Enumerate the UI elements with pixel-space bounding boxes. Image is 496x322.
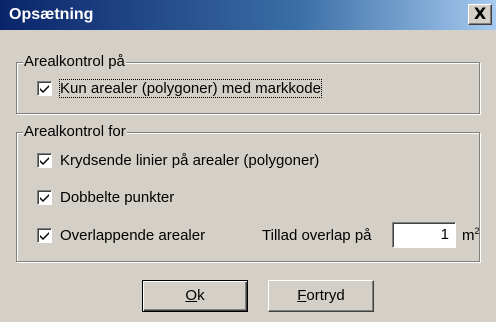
cancel-label-rest: ortryd: [306, 287, 345, 304]
checkbox-krydsende[interactable]: [37, 152, 52, 168]
checkbox-markkode[interactable]: [37, 80, 52, 96]
cancel-button[interactable]: Fortryd: [268, 280, 374, 312]
unit-base: m: [462, 227, 475, 244]
checkbox-label: Krydsende linier på arealer (polygoner): [60, 151, 320, 169]
unit-label: m2: [462, 226, 480, 244]
checkbox-label: Kun arealer (polygoner) med markkode: [59, 78, 322, 98]
close-icon: X: [473, 4, 487, 23]
settings-dialog: Opsætning X Arealkontrol på Kun arealer …: [0, 0, 496, 322]
checkbox-label: Dobbelte punkter: [60, 188, 175, 206]
checkbox-row-overlappende[interactable]: Overlappende arealer: [37, 225, 205, 245]
ok-accel: O: [185, 287, 198, 304]
checkmark-icon: [40, 156, 49, 165]
overlap-input[interactable]: 1: [392, 222, 456, 248]
group-legend: Arealkontrol for: [23, 123, 127, 141]
checkbox-row-krydsende[interactable]: Krydsende linier på arealer (polygoner): [37, 150, 319, 170]
checkmark-icon: [40, 84, 49, 93]
group-legend: Arealkontrol på: [23, 53, 126, 71]
checkbox-overlappende[interactable]: [37, 227, 52, 243]
window-title: Opsætning: [9, 6, 94, 23]
checkbox-dobbelte[interactable]: [37, 189, 52, 205]
checkbox-row-markkode[interactable]: Kun arealer (polygoner) med markkode: [37, 78, 322, 98]
overlap-label: Tillad overlap på: [262, 227, 372, 244]
close-button[interactable]: X: [468, 4, 492, 25]
checkmark-icon: [40, 231, 49, 240]
unit-exponent: 2: [474, 226, 480, 236]
ok-button[interactable]: Ok: [142, 280, 248, 312]
checkmark-icon: [40, 193, 49, 202]
checkbox-row-dobbelte[interactable]: Dobbelte punkter: [37, 187, 174, 207]
title-bar[interactable]: Opsætning X: [0, 0, 496, 30]
ok-label-rest: k: [197, 287, 205, 304]
checkbox-label: Overlappende arealer: [60, 226, 206, 244]
